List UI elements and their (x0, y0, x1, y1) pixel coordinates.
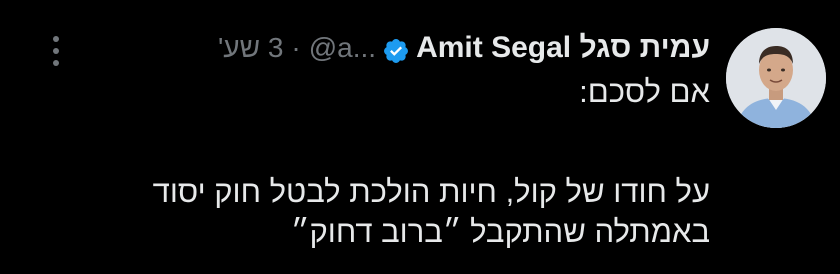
display-name[interactable]: עמית סגל Amit Segal (416, 26, 710, 70)
tweet-text-line: אם לסכם: (579, 74, 710, 109)
tweet-text: אם לסכם: על חודו של קול, חיות הולכת לבטל… (40, 72, 710, 252)
user-handle[interactable]: @a... (309, 26, 376, 70)
more-horizontal-icon[interactable] (46, 34, 66, 68)
verified-badge-icon (382, 34, 410, 63)
display-name-english[interactable]: Amit Segal (416, 31, 571, 64)
more-dot (53, 36, 59, 42)
tweet-text-line: על חודו של קול, חיות הולכת לבטל חוק יסוד (152, 174, 710, 209)
separator-dot: · (291, 32, 301, 63)
tweet-header: עמית סגל Amit Segal @a... · 3 שע' (40, 26, 710, 70)
more-dot (53, 60, 59, 66)
avatar[interactable] (726, 28, 826, 128)
paragraph-break (40, 112, 710, 172)
tweet-text-line: באמתלה שהתקבל ״ברוב דחוק״ (290, 214, 710, 249)
timestamp[interactable]: 3 שע' (218, 26, 283, 70)
tweet-content: עמית סגל Amit Segal @a... · 3 שע' אם לסכ… (40, 26, 710, 252)
more-dot (53, 48, 59, 54)
tweet[interactable]: עמית סגל Amit Segal @a... · 3 שע' אם לסכ… (0, 0, 840, 274)
avatar-image (726, 28, 826, 128)
display-name-hebrew[interactable]: עמית סגל (579, 31, 710, 64)
